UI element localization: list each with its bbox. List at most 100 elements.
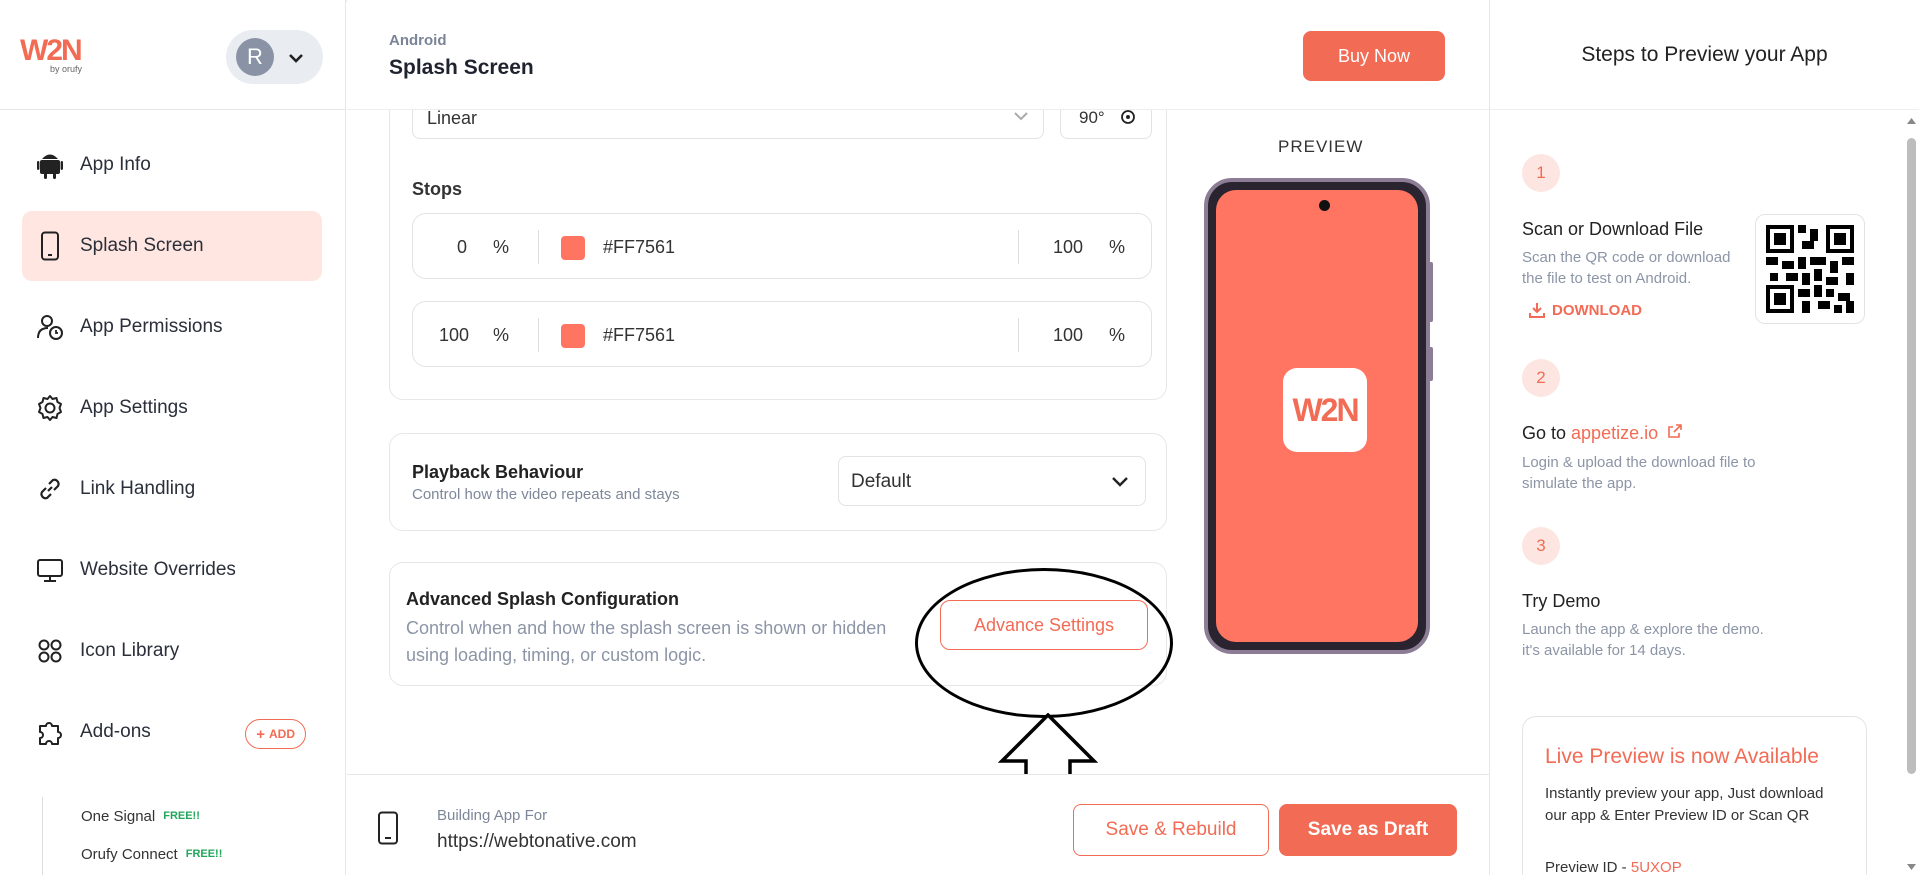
gradient-type-select[interactable]: Linear xyxy=(412,110,1044,139)
unit-label: % xyxy=(1109,325,1126,345)
scrollbar-thumb[interactable] xyxy=(1907,138,1916,774)
step-title: Go to appetize.io xyxy=(1522,423,1683,444)
external-link-icon[interactable] xyxy=(1667,423,1683,439)
splash-preview-screen: W2N xyxy=(1216,190,1418,642)
phone-preview: W2N xyxy=(1204,178,1433,654)
logo-area: W2N by orufy R xyxy=(0,0,345,110)
preview-id: Preview ID - 5UXOP xyxy=(1545,859,1682,875)
sidebar-item-label: Website Overrides xyxy=(80,559,236,580)
color-hex-input[interactable]: #FF7561 xyxy=(603,325,675,346)
breadcrumb: Android xyxy=(389,32,447,49)
android-icon xyxy=(36,151,64,179)
stop-position-input[interactable]: 0 xyxy=(457,237,467,258)
unit-label: % xyxy=(493,325,510,345)
building-for-label: Building App For xyxy=(437,807,548,824)
chevron-down-icon xyxy=(1112,477,1128,487)
page-header: Android Splash Screen Buy Now xyxy=(347,0,1489,110)
step-subtitle: Launch the app & explore the demo. it's … xyxy=(1522,621,1764,659)
stop-opacity-input[interactable]: 100 xyxy=(1053,237,1083,258)
appetize-link[interactable]: appetize.io xyxy=(1571,423,1658,443)
sidebar-item-icon-library[interactable]: Icon Library xyxy=(22,616,322,686)
addon-label: Orufy Connect xyxy=(81,845,178,863)
preview-id-label: Preview ID - xyxy=(1545,859,1631,875)
color-hex-input[interactable]: #FF7561 xyxy=(603,237,675,258)
sidebar-item-website-overrides[interactable]: Website Overrides xyxy=(22,535,322,605)
logo-byline: by orufy xyxy=(50,64,83,74)
addon-sub-list: One Signal FREE!! Orufy Connect FREE!! xyxy=(42,797,222,875)
free-badge: FREE!! xyxy=(163,810,200,822)
sidebar-item-label: App Info xyxy=(80,154,151,175)
sidebar-item-app-info[interactable]: App Info xyxy=(22,130,322,200)
step-title: Try Demo xyxy=(1522,591,1601,611)
step-title: Scan or Download File xyxy=(1522,219,1704,239)
step-subtitle: Login & upload the download file to simu… xyxy=(1522,454,1756,492)
playback-value: Default xyxy=(851,471,912,492)
playback-subtitle: Control how the video repeats and stays xyxy=(412,486,680,503)
user-menu-button[interactable]: R xyxy=(226,30,323,84)
download-link[interactable]: DOWNLOAD xyxy=(1528,301,1642,319)
page-title: Splash Screen xyxy=(389,56,534,79)
live-preview-subtitle: Instantly preview your app, Just downloa… xyxy=(1545,785,1824,824)
add-label: ADD xyxy=(269,727,295,741)
monitor-icon xyxy=(36,556,64,584)
qr-code xyxy=(1755,214,1865,324)
chevron-down-icon xyxy=(289,54,303,63)
advanced-subtitle: Control when and how the splash screen i… xyxy=(406,618,887,665)
phone-icon xyxy=(36,231,64,261)
stop-position-input[interactable]: 100 xyxy=(439,325,469,346)
gradient-angle-input[interactable]: 90° xyxy=(1060,110,1152,139)
plus-icon: + xyxy=(256,725,265,743)
color-swatch[interactable] xyxy=(561,324,585,348)
sidebar-item-label: Icon Library xyxy=(80,640,180,661)
app-logo: W2N xyxy=(1283,368,1367,452)
gradient-card: Linear 90° Stops 0 % #FF7561 100 % 100 % xyxy=(389,110,1167,400)
sidebar-item-label: Link Handling xyxy=(80,478,196,499)
addon-item-orufy-connect[interactable]: Orufy Connect FREE!! xyxy=(81,835,222,873)
scrollbar[interactable] xyxy=(1903,110,1919,875)
divider xyxy=(538,318,539,352)
divider xyxy=(1018,318,1019,352)
steps-panel-title: Steps to Preview your App xyxy=(1490,0,1919,110)
unit-label: % xyxy=(1109,237,1126,257)
save-rebuild-button[interactable]: Save & Rebuild xyxy=(1073,804,1269,856)
sidebar-item-splash-screen[interactable]: Splash Screen xyxy=(22,211,322,281)
sidebar-item-label: Splash Screen xyxy=(80,235,204,256)
scroll-down-icon[interactable] xyxy=(1906,862,1917,872)
playback-select[interactable]: Default xyxy=(838,456,1146,506)
free-badge: FREE!! xyxy=(185,848,223,860)
phone-side-button xyxy=(1429,347,1433,381)
phone-icon xyxy=(378,811,398,845)
buy-now-button[interactable]: Buy Now xyxy=(1303,31,1445,81)
chevron-down-icon xyxy=(1014,112,1028,121)
sidebar-item-add-ons[interactable]: Add-ons + ADD xyxy=(22,697,322,767)
avatar: R xyxy=(236,38,274,76)
live-preview-title: Live Preview is now Available xyxy=(1545,745,1819,768)
addon-item-one-signal[interactable]: One Signal FREE!! xyxy=(81,797,222,835)
color-swatch[interactable] xyxy=(561,236,585,260)
puzzle-icon xyxy=(36,718,64,746)
advanced-title: Advanced Splash Configuration xyxy=(406,589,680,609)
sidebar-item-link-handling[interactable]: Link Handling xyxy=(22,454,322,524)
scroll-up-icon[interactable] xyxy=(1906,116,1917,126)
download-label: DOWNLOAD xyxy=(1552,301,1642,319)
save-draft-button[interactable]: Save as Draft xyxy=(1279,804,1457,856)
preview-label: PREVIEW xyxy=(1278,137,1364,156)
annotation-ellipse xyxy=(915,568,1173,718)
sidebar-item-label: Add-ons xyxy=(80,721,151,742)
sidebar-item-app-settings[interactable]: App Settings xyxy=(22,373,322,443)
rotate-icon xyxy=(1121,110,1135,124)
sidebar-item-label: App Permissions xyxy=(80,316,223,337)
qr-code-icon xyxy=(1766,225,1854,313)
stops-label: Stops xyxy=(412,179,463,199)
stop-opacity-input[interactable]: 100 xyxy=(1053,325,1083,346)
gradient-stop-row: 0 % #FF7561 100 % xyxy=(412,213,1152,279)
sidebar-item-app-permissions[interactable]: App Permissions xyxy=(22,292,322,362)
step-subtitle: Scan the QR code or download the file to… xyxy=(1522,249,1731,287)
divider xyxy=(538,230,539,264)
preview-steps-panel: Steps to Preview your App 1 Scan or Down… xyxy=(1489,0,1919,875)
sidebar: W2N by orufy R App Info Splash Screen Ap… xyxy=(0,0,346,875)
add-addon-button[interactable]: + ADD xyxy=(245,719,306,749)
step-number: 3 xyxy=(1522,527,1560,565)
brand-logo[interactable]: W2N by orufy xyxy=(20,36,90,76)
user-clock-icon xyxy=(36,313,64,341)
